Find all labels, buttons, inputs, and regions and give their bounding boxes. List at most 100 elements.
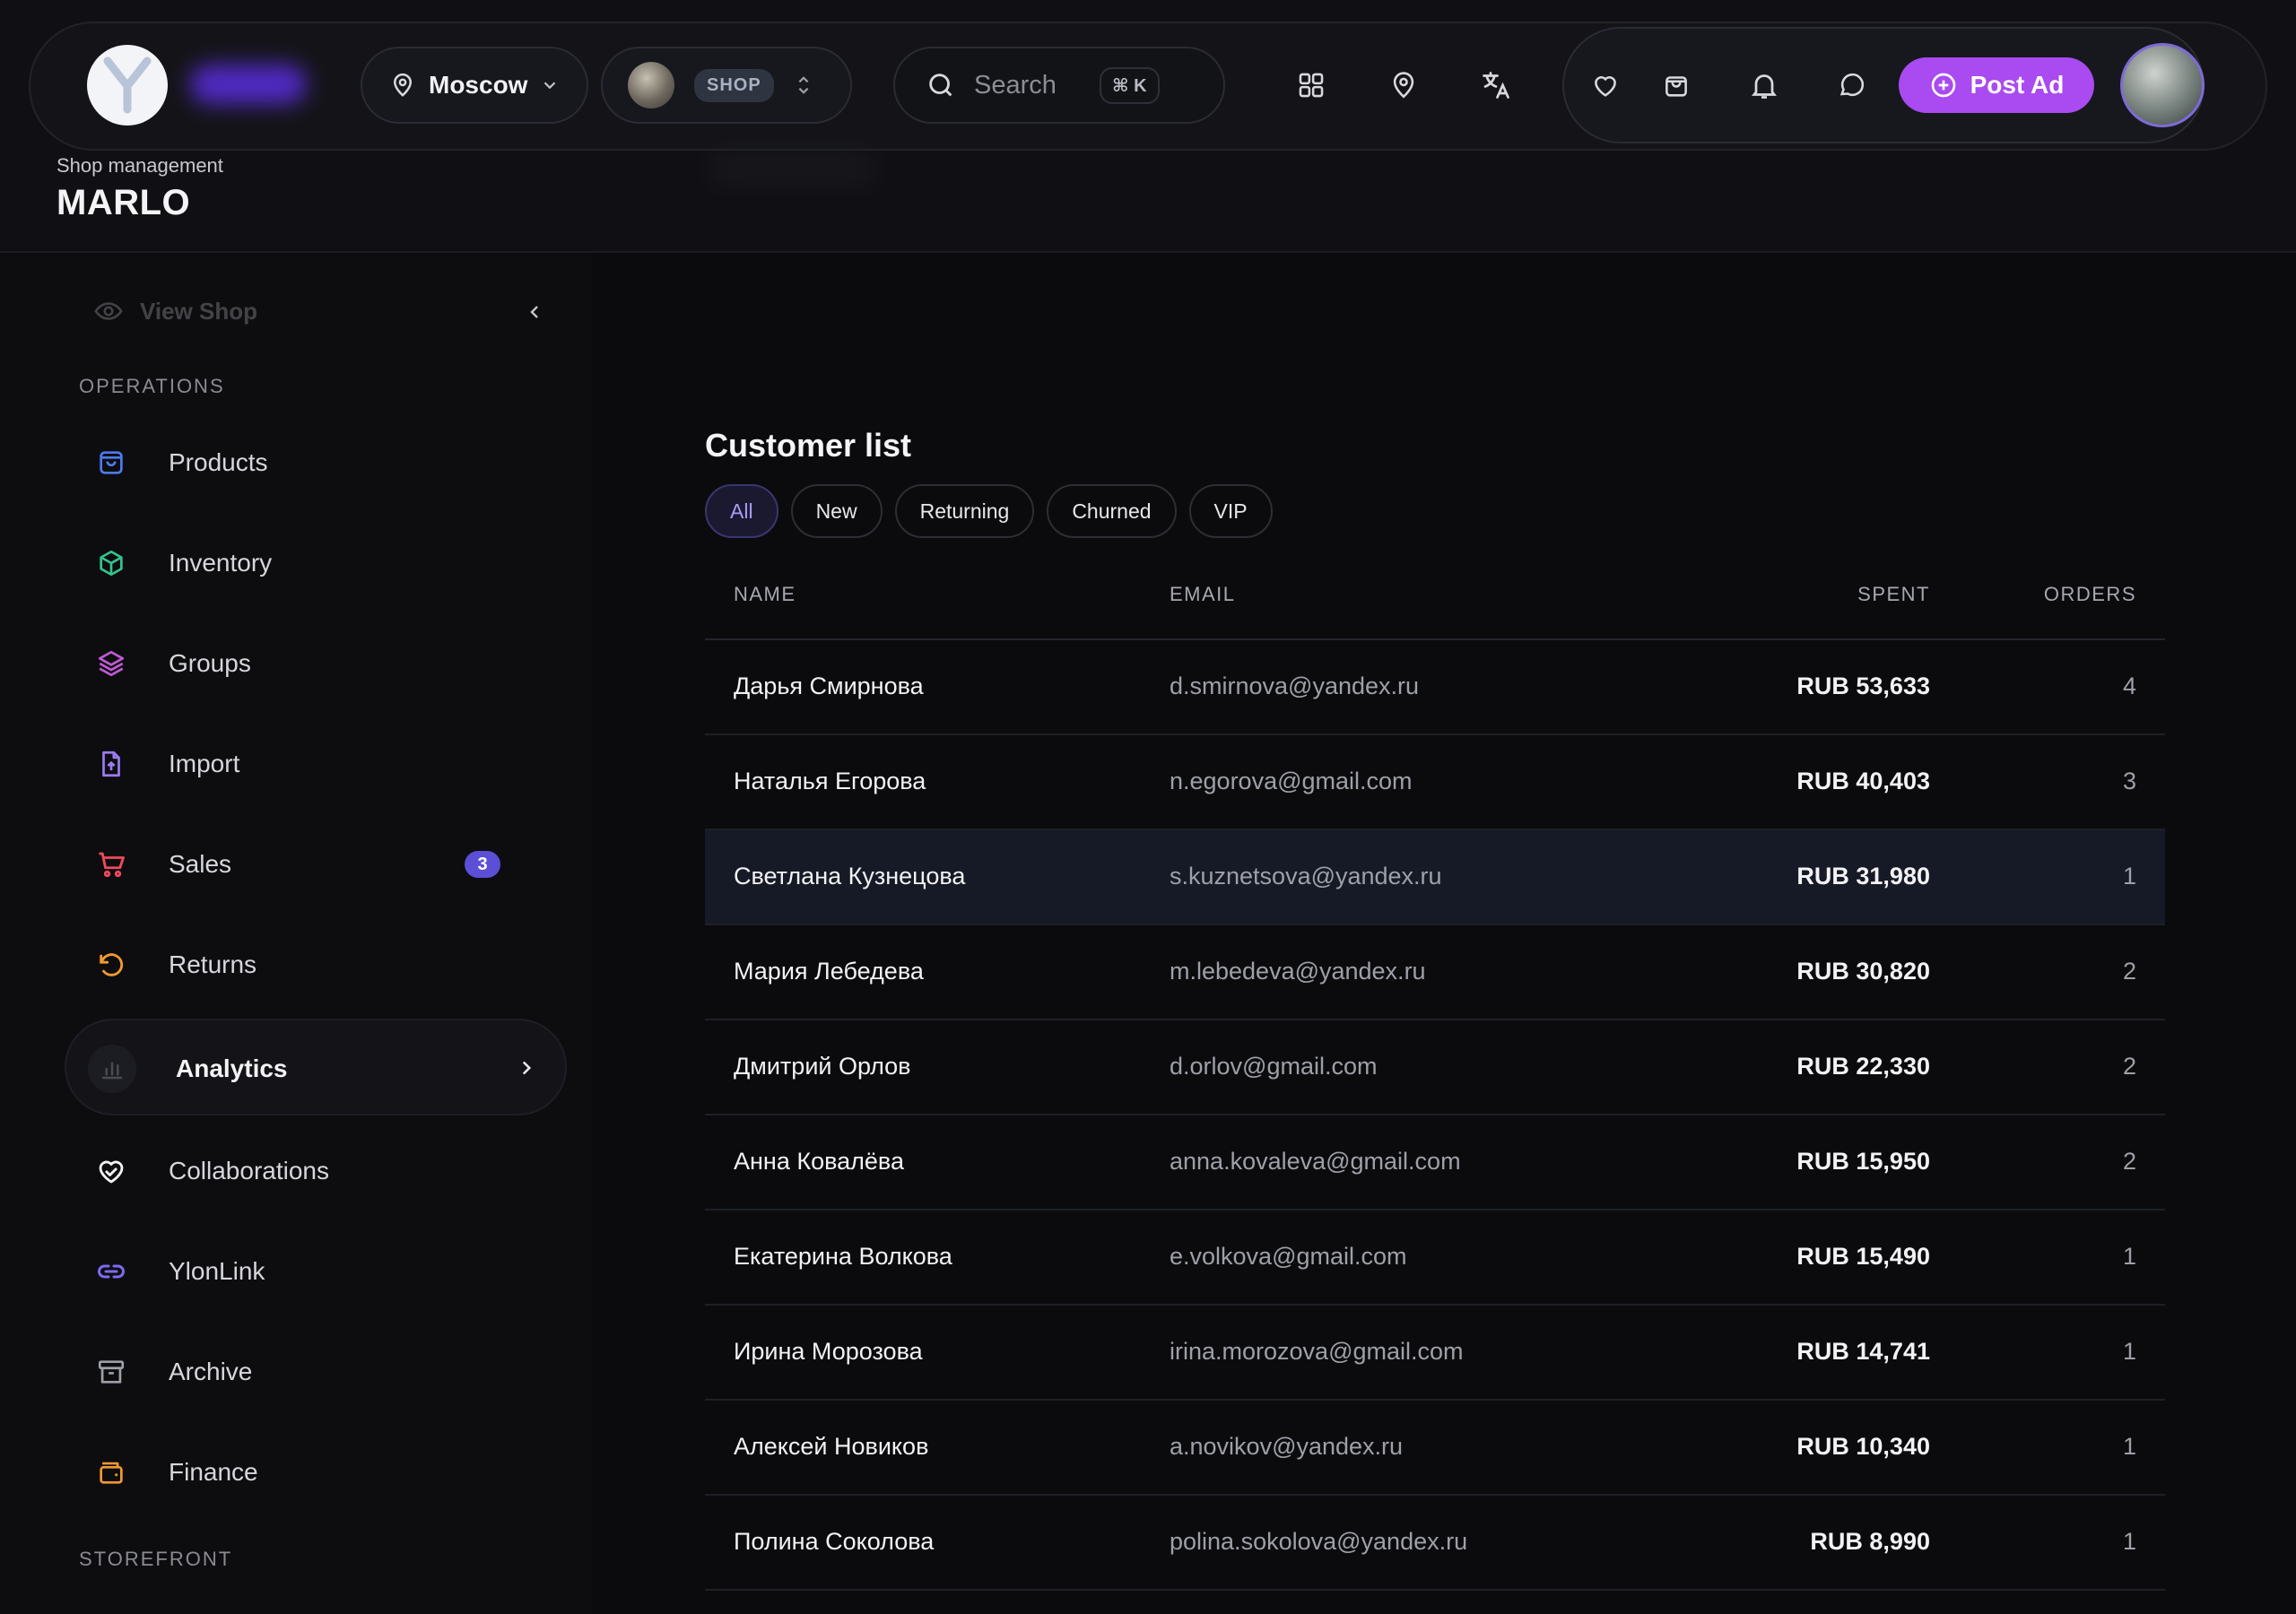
- sidebar-item-analytics[interactable]: Analytics: [65, 1019, 567, 1115]
- language-button[interactable]: [1474, 63, 1518, 108]
- filter-churned[interactable]: Churned: [1047, 484, 1177, 538]
- archive-icon: [93, 1354, 129, 1390]
- shop-title: MARLO: [57, 183, 191, 222]
- chevron-right-icon: [515, 1056, 538, 1080]
- eye-icon: [93, 296, 124, 326]
- collapse-sidebar-button[interactable]: [520, 298, 549, 326]
- view-shop-link[interactable]: View Shop: [93, 296, 257, 326]
- shop-switcher[interactable]: SHOP: [601, 47, 852, 124]
- sales-count-badge: 3: [465, 851, 500, 878]
- filter-new[interactable]: New: [790, 484, 883, 538]
- post-ad-label: Post Ad: [1970, 71, 2065, 99]
- sidebar-item-label: Collaborations: [169, 1157, 329, 1184]
- search-shortcut: ⌘ K: [1100, 66, 1160, 104]
- page-title: Customer list: [705, 427, 912, 464]
- sidebar-item-label: YlonLink: [169, 1257, 265, 1285]
- sidebar-item-products[interactable]: Products: [93, 436, 506, 490]
- sidebar-item-label: Archive: [169, 1358, 253, 1385]
- table-row[interactable]: Дмитрий Орлов d.orlov@gmail.com RUB 22,3…: [705, 1020, 2165, 1115]
- table-row[interactable]: Анна Ковалёва anna.kovaleva@gmail.com RU…: [705, 1115, 2165, 1210]
- customer-name: Дмитрий Орлов: [734, 1053, 911, 1080]
- sidebar-item-inventory[interactable]: Inventory: [93, 536, 506, 590]
- breadcrumb-label: Shop management: [57, 154, 223, 177]
- sidebar-item-archive[interactable]: Archive: [93, 1345, 506, 1399]
- messages-button[interactable]: [1830, 63, 1874, 108]
- sidebar-item-label: Sales: [169, 850, 232, 878]
- brand-name-blurred: [190, 65, 307, 104]
- customer-spent: RUB 30,820: [1796, 958, 1930, 985]
- map-button[interactable]: [1381, 63, 1426, 108]
- customer-spent: RUB 15,950: [1796, 1148, 1930, 1175]
- table-row[interactable]: Ирина Морозова irina.morozova@gmail.com …: [705, 1306, 2165, 1401]
- shop-avatar: [628, 62, 674, 108]
- sidebar-item-returns[interactable]: Returns: [93, 938, 506, 992]
- customer-orders: 1: [2122, 1528, 2136, 1555]
- table-row[interactable]: Полина Соколова polina.sokolova@yandex.r…: [705, 1496, 2165, 1591]
- customer-email: anna.kovaleva@gmail.com: [1170, 1148, 1461, 1175]
- customer-email: m.lebedeva@yandex.ru: [1170, 958, 1426, 985]
- table-row[interactable]: Светлана Кузнецова s.kuznetsova@yandex.r…: [705, 830, 2165, 925]
- customer-name: Екатерина Волкова: [734, 1243, 952, 1270]
- customer-orders: 1: [2122, 1243, 2136, 1270]
- chat-bubble-icon: [1837, 70, 1867, 100]
- sidebar-item-label: Products: [169, 448, 268, 476]
- sidebar-item-collaborations[interactable]: Collaborations: [93, 1144, 506, 1198]
- customer-orders: 1: [2122, 1338, 2136, 1365]
- customer-table: NAME EMAIL SPENT ORDERS Дарья Смирнова d…: [705, 561, 2165, 1591]
- customer-name: Ирина Морозова: [734, 1338, 923, 1365]
- sidebar: View Shop OPERATIONS Products Inventory …: [0, 255, 592, 1614]
- column-header-orders[interactable]: ORDERS: [2044, 583, 2136, 606]
- grid-icon: [1296, 70, 1326, 100]
- customer-spent: RUB 31,980: [1796, 863, 1930, 889]
- filter-vip[interactable]: VIP: [1188, 484, 1273, 538]
- sidebar-item-finance[interactable]: Finance: [93, 1445, 506, 1499]
- sidebar-item-sales[interactable]: Sales 3: [93, 837, 506, 891]
- table-row[interactable]: Дарья Смирнова d.smirnova@yandex.ru RUB …: [705, 640, 2165, 735]
- bar-chart-icon: [88, 1045, 136, 1093]
- sidebar-item-label: Import: [169, 750, 240, 777]
- search-box[interactable]: ⌘ K: [893, 47, 1225, 124]
- column-header-name[interactable]: NAME: [734, 583, 796, 606]
- cart-button[interactable]: [1654, 63, 1699, 108]
- customer-email: polina.sokolova@yandex.ru: [1170, 1528, 1468, 1555]
- table-row[interactable]: Наталья Егорова n.egorova@gmail.com RUB …: [705, 735, 2165, 830]
- box-icon: [93, 545, 129, 581]
- column-header-spent[interactable]: SPENT: [1857, 583, 1930, 606]
- app-logo[interactable]: [87, 45, 168, 126]
- customer-orders: 3: [2122, 768, 2136, 794]
- column-header-email[interactable]: EMAIL: [1170, 583, 1236, 606]
- filter-all[interactable]: All: [705, 484, 778, 538]
- post-ad-button[interactable]: Post Ad: [1899, 57, 2094, 113]
- search-icon: [926, 70, 956, 100]
- customer-spent: RUB 40,403: [1796, 768, 1930, 794]
- sidebar-item-ylonlink[interactable]: YlonLink: [93, 1245, 506, 1298]
- notifications-button[interactable]: [1742, 63, 1787, 108]
- customer-spent: RUB 15,490: [1796, 1243, 1930, 1270]
- search-input[interactable]: [974, 70, 1082, 100]
- customer-orders: 2: [2122, 958, 2136, 985]
- link-icon: [93, 1254, 129, 1289]
- table-row[interactable]: Екатерина Волкова e.volkova@gmail.com RU…: [705, 1210, 2165, 1306]
- user-avatar[interactable]: [2120, 43, 2205, 127]
- customer-email: d.smirnova@yandex.ru: [1170, 672, 1420, 699]
- table-header: NAME EMAIL SPENT ORDERS: [705, 561, 2165, 640]
- customer-name: Алексей Новиков: [734, 1433, 929, 1460]
- sidebar-item-import[interactable]: Import: [93, 737, 506, 791]
- customer-orders: 1: [2122, 1433, 2136, 1460]
- customer-name: Полина Соколова: [734, 1528, 935, 1555]
- sidebar-item-groups[interactable]: Groups: [93, 637, 506, 690]
- customer-orders: 2: [2122, 1053, 2136, 1080]
- apps-grid-button[interactable]: [1289, 63, 1334, 108]
- location-label: Moscow: [429, 71, 528, 99]
- customer-name: Наталья Егорова: [734, 768, 926, 794]
- customer-spent: RUB 8,990: [1810, 1528, 1930, 1555]
- table-row[interactable]: Мария Лебедева m.lebedeva@yandex.ru RUB …: [705, 925, 2165, 1020]
- sidebar-item-label: Returns: [169, 950, 257, 978]
- customer-spent: RUB 22,330: [1796, 1053, 1930, 1080]
- layers-icon: [93, 646, 129, 681]
- customer-spent: RUB 14,741: [1796, 1338, 1930, 1365]
- favorites-button[interactable]: [1583, 63, 1628, 108]
- location-selector[interactable]: Moscow: [361, 47, 588, 124]
- filter-returning[interactable]: Returning: [894, 484, 1035, 538]
- table-row[interactable]: Алексей Новиков a.novikov@yandex.ru RUB …: [705, 1401, 2165, 1496]
